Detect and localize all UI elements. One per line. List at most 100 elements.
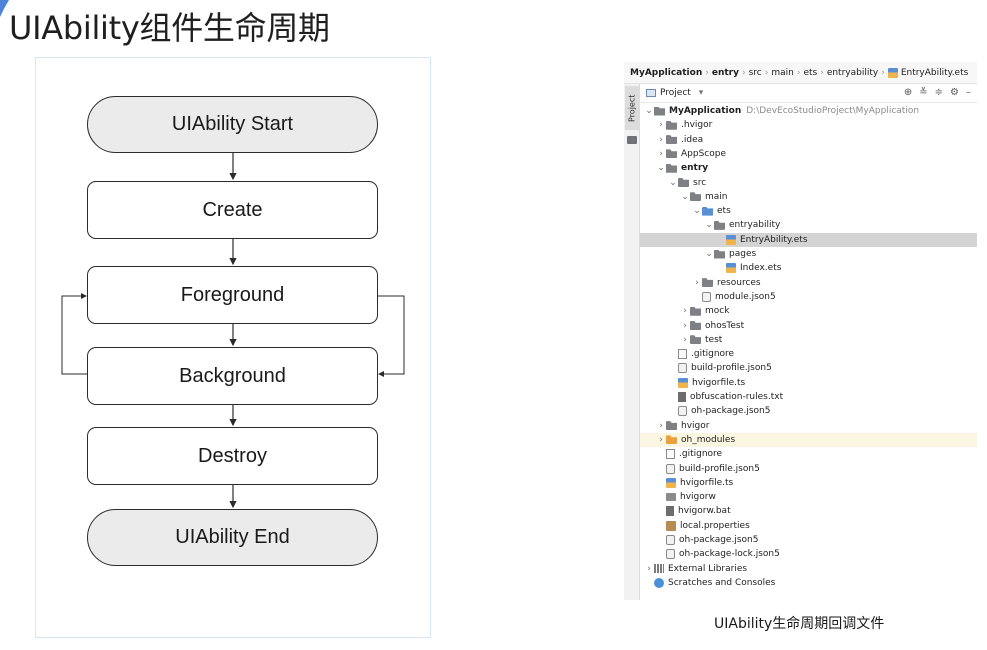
chevron-down-icon[interactable]: ⌄ xyxy=(668,178,678,188)
folder-icon xyxy=(666,135,677,145)
breadcrumb: MyApplication › entry › src › main › ets… xyxy=(624,62,977,84)
tree-item[interactable]: .gitignore xyxy=(640,447,977,461)
chevron-down-icon[interactable]: ⌄ xyxy=(656,163,666,173)
chevron-right-icon[interactable]: › xyxy=(656,120,666,130)
tree-item[interactable]: › .hvigor xyxy=(640,118,977,132)
tree-item-label: .gitignore xyxy=(691,349,735,360)
folder-icon xyxy=(714,249,725,259)
chevron-right-icon[interactable]: › xyxy=(692,278,702,288)
chevron-down-icon[interactable]: ⌄ xyxy=(704,249,714,259)
tree-item[interactable]: › hvigor xyxy=(640,419,977,433)
tree-item[interactable]: Scratches and Consoles xyxy=(640,576,977,590)
tree-item-label: EntryAbility.ets xyxy=(740,234,808,245)
node-destroy: Destroy xyxy=(87,427,378,485)
collapse-all-icon[interactable]: ≑ xyxy=(935,87,943,98)
ets-file-icon xyxy=(887,67,898,78)
tree-item-label: oh_modules xyxy=(681,434,736,445)
gear-icon[interactable]: ⚙ xyxy=(950,87,959,98)
tree-item-label: resources xyxy=(717,277,761,288)
tree-item[interactable]: ⌄ entryability xyxy=(640,218,977,232)
tree-item[interactable]: local.properties xyxy=(640,519,977,533)
json-icon xyxy=(678,406,687,417)
tool-window-strip: Project xyxy=(624,84,640,600)
minimize-icon[interactable]: – xyxy=(966,87,971,98)
tree-item[interactable]: › AppScope xyxy=(640,147,977,161)
tree-item[interactable]: › mock xyxy=(640,304,977,318)
tree-item[interactable]: build-profile.json5 xyxy=(640,361,977,375)
folder-icon[interactable] xyxy=(627,136,637,144)
breadcrumb-item[interactable]: main xyxy=(771,68,794,78)
tree-item[interactable]: › External Libraries xyxy=(640,562,977,576)
tree-item-label: MyApplication xyxy=(669,106,742,116)
tree-item-label: .idea xyxy=(681,134,704,145)
chevron-right-icon[interactable]: › xyxy=(644,564,654,574)
breadcrumb-item[interactable]: EntryAbility.ets xyxy=(901,68,969,78)
breadcrumb-item[interactable]: MyApplication xyxy=(630,68,702,78)
tree-item[interactable]: ⌄ pages xyxy=(640,247,977,261)
tree-item[interactable]: › .idea xyxy=(640,133,977,147)
tree-item-label: oh-package.json5 xyxy=(679,535,759,545)
chevron-right-icon[interactable]: › xyxy=(656,421,666,431)
tree-item[interactable]: .gitignore xyxy=(640,347,977,361)
tree-item[interactable]: obfuscation-rules.txt xyxy=(640,390,977,404)
expand-all-icon[interactable]: ≚ xyxy=(919,87,927,98)
tree-item[interactable]: build-profile.json5 xyxy=(640,462,977,476)
breadcrumb-separator-icon: › xyxy=(881,67,885,78)
tree-item[interactable]: › oh_modules xyxy=(640,432,977,447)
tree-item-label: main xyxy=(705,191,728,202)
chevron-down-icon[interactable]: ⌄ xyxy=(704,220,714,230)
tree-item[interactable]: oh-package.json5 xyxy=(640,533,977,547)
json-icon xyxy=(678,363,687,374)
chevron-down-icon[interactable]: ⌄ xyxy=(692,206,702,216)
chevron-down-icon: ▾ xyxy=(698,88,704,98)
node-foreground: Foreground xyxy=(87,266,378,324)
tree-item[interactable]: hvigorfile.ts xyxy=(640,476,977,490)
chevron-down-icon[interactable]: ⌄ xyxy=(644,106,654,116)
tree-item-label: oh-package-lock.json5 xyxy=(679,549,780,560)
tree-item-label: local.properties xyxy=(680,520,750,531)
tree-item[interactable]: hvigorw xyxy=(640,490,977,504)
tree-item-label: entry xyxy=(681,163,709,174)
tree-item[interactable]: hvigorw.bat xyxy=(640,504,977,518)
tree-item[interactable]: ⌄ ets xyxy=(640,204,977,218)
project-view-icon xyxy=(646,89,656,97)
breadcrumb-item[interactable]: entryability xyxy=(827,68,878,78)
chevron-right-icon[interactable]: › xyxy=(680,306,690,316)
breadcrumb-item[interactable]: src xyxy=(749,68,762,78)
tree-item[interactable]: EntryAbility.ets xyxy=(640,232,977,247)
tree-item-label: obfuscation-rules.txt xyxy=(690,392,784,402)
node-uiability-start: UIAbility Start xyxy=(87,96,378,153)
tree-item-label: pages xyxy=(729,249,757,259)
chevron-right-icon[interactable]: › xyxy=(680,335,690,345)
breadcrumb-item[interactable]: entry xyxy=(712,68,739,78)
tree-item[interactable]: ⌄ entry xyxy=(640,161,977,175)
txt-icon xyxy=(678,392,686,402)
chevron-right-icon[interactable]: › xyxy=(656,435,666,445)
tree-item-label: AppScope xyxy=(681,148,726,159)
chevron-down-icon[interactable]: ⌄ xyxy=(680,192,690,202)
ets-icon xyxy=(726,234,736,245)
tree-item[interactable]: › ohosTest xyxy=(640,319,977,333)
tree-item[interactable]: oh-package.json5 xyxy=(640,404,977,418)
tree-item[interactable]: module.json5 xyxy=(640,290,977,304)
project-tool-tab[interactable]: Project xyxy=(625,86,639,130)
chevron-right-icon[interactable]: › xyxy=(656,135,666,145)
chevron-right-icon[interactable]: › xyxy=(680,321,690,331)
tree-item[interactable]: hvigorfile.ts xyxy=(640,376,977,390)
breadcrumb-item[interactable]: ets xyxy=(803,68,817,78)
tree-item[interactable]: ⌄ main xyxy=(640,190,977,204)
json-icon xyxy=(666,463,675,474)
tree-item[interactable]: › test xyxy=(640,333,977,347)
tree-item[interactable]: ⌄ MyApplication D:\DevEcoStudioProject\MyA… xyxy=(640,104,977,118)
ets-icon xyxy=(666,477,676,488)
crosshair-icon[interactable]: ⊕ xyxy=(904,87,912,98)
tree-item-label: build-profile.json5 xyxy=(679,463,760,474)
project-view-selector[interactable]: Project ▾ xyxy=(646,88,703,98)
tree-item[interactable]: Index.ets xyxy=(640,261,977,275)
tree-item[interactable]: ⌄ src xyxy=(640,176,977,190)
tree-item[interactable]: › resources xyxy=(640,276,977,290)
tree-item[interactable]: oh-package-lock.json5 xyxy=(640,547,977,561)
chevron-right-icon[interactable]: › xyxy=(656,149,666,159)
node-create: Create xyxy=(87,181,378,239)
folder-icon xyxy=(690,335,701,345)
